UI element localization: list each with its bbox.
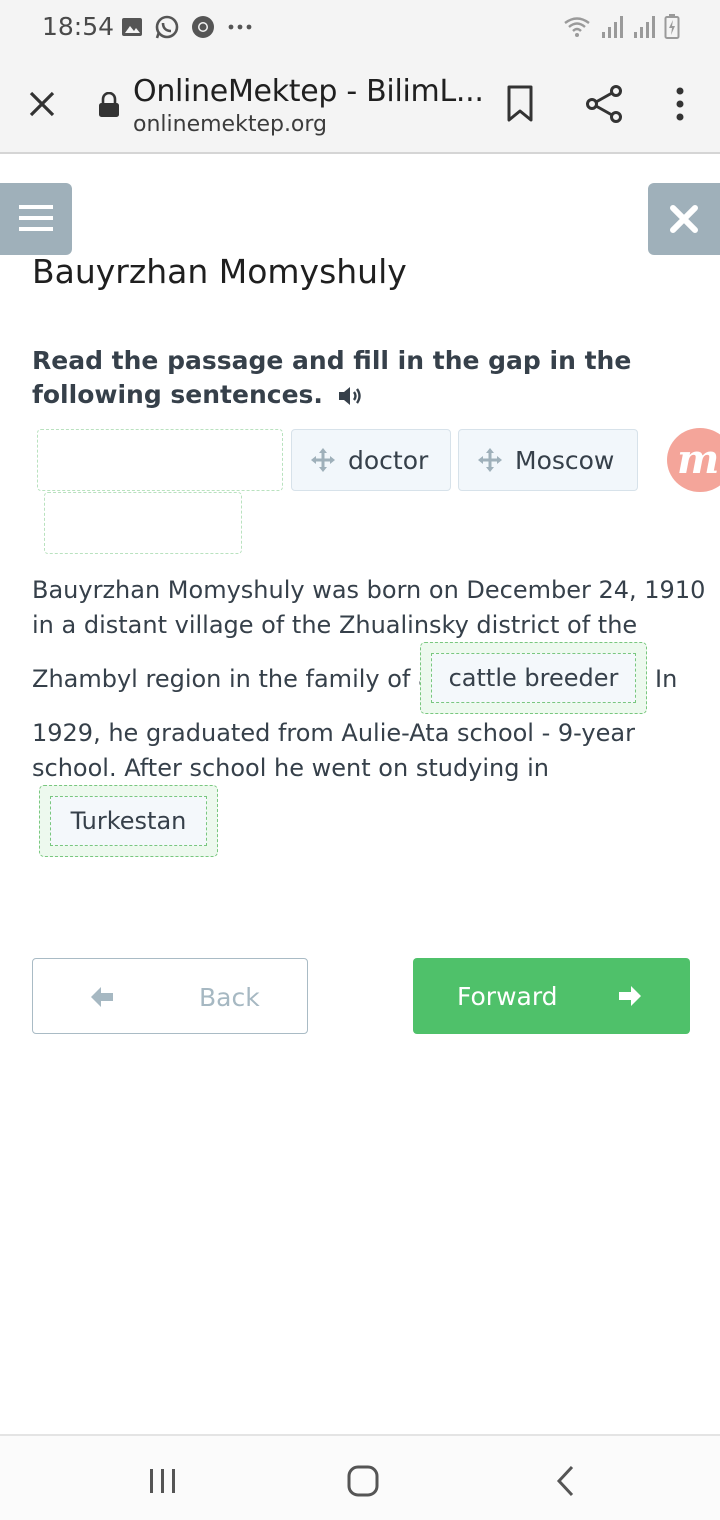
share-icon[interactable] <box>584 84 624 124</box>
bookmark-icon[interactable] <box>504 84 536 124</box>
chip-label: Moscow <box>515 445 615 475</box>
passage-line: In <box>655 665 678 693</box>
passage-line: Zhambyl region in the family of a <box>32 665 433 693</box>
close-tab-icon[interactable] <box>24 86 60 122</box>
arrow-left-icon <box>91 987 113 1007</box>
helper-badge[interactable]: m <box>667 428 720 492</box>
close-lesson-button[interactable] <box>648 183 720 255</box>
arrow-right-icon <box>619 986 641 1006</box>
system-nav-bar <box>0 1434 720 1520</box>
recent-apps-icon[interactable] <box>148 1467 178 1495</box>
passage-line: school. After school he went on studying… <box>32 754 549 782</box>
move-icon <box>311 448 335 472</box>
close-icon <box>670 205 698 233</box>
chrome-icon <box>192 16 214 38</box>
lock-icon <box>99 92 119 117</box>
filled-gap[interactable]: cattle breeder <box>420 642 647 714</box>
signal-icon <box>634 16 655 38</box>
forward-button[interactable]: Forward <box>413 958 690 1034</box>
move-icon <box>478 448 502 472</box>
task-instruction: Read the passage and fill in the gap in … <box>32 344 692 412</box>
browser-toolbar: OnlineMektep - BilimL... onlinemektep.or… <box>0 56 720 154</box>
speaker-icon[interactable] <box>337 384 365 408</box>
url-text[interactable]: onlinemektep.org <box>133 112 327 137</box>
back-button[interactable]: Back <box>32 958 308 1034</box>
forward-label: Forward <box>457 982 558 1011</box>
hamburger-icon <box>19 205 53 231</box>
menu-button[interactable] <box>0 183 72 255</box>
gap-answer: cattle breeder <box>431 653 636 703</box>
empty-answer-slot[interactable] <box>37 429 283 491</box>
empty-answer-slot[interactable] <box>44 492 242 554</box>
filled-gap[interactable]: Turkestan <box>39 785 218 857</box>
page-title-bar[interactable]: OnlineMektep - BilimL... <box>133 74 484 109</box>
word-chip-moscow[interactable]: Moscow <box>458 429 638 491</box>
instruction-text: Read the passage and fill in the gap in … <box>32 346 632 409</box>
passage-line: in a distant village of the Zhualinsky d… <box>32 611 638 639</box>
chip-label: doctor <box>348 445 429 475</box>
back-nav-icon[interactable] <box>553 1464 577 1498</box>
status-time: 18:54 <box>42 12 115 41</box>
whatsapp-icon <box>155 15 179 39</box>
word-chip-doctor[interactable]: doctor <box>291 429 451 491</box>
wifi-icon <box>564 17 590 37</box>
badge-letter: m <box>677 436 720 483</box>
home-icon[interactable] <box>346 1464 380 1498</box>
lesson-title: Bauyrzhan Momyshuly <box>32 252 407 291</box>
status-bar: 18:54 <box>0 0 720 56</box>
passage-line: 1929, he graduated from Aulie-Ata school… <box>32 719 635 747</box>
gap-answer: Turkestan <box>50 796 207 846</box>
signal-icon <box>602 16 623 38</box>
more-vertical-icon[interactable] <box>664 84 696 124</box>
passage-line: Bauyrzhan Momyshuly was born on December… <box>32 576 706 604</box>
back-label: Back <box>199 983 260 1012</box>
image-icon <box>122 18 142 36</box>
battery-charging-icon <box>664 14 680 39</box>
more-dots-icon <box>228 24 252 30</box>
